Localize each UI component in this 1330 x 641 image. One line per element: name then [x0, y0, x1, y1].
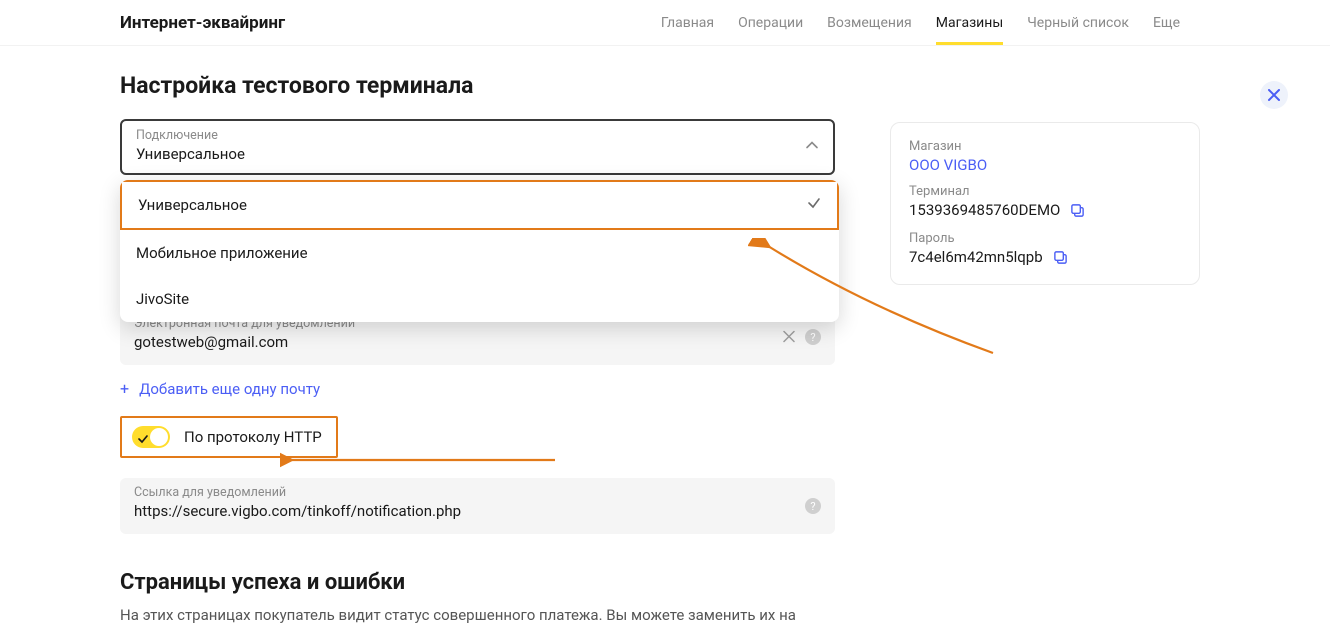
- header: Интернет-эквайринг Главная Операции Возм…: [0, 0, 1330, 46]
- http-toggle-row: По протоколу HTTP: [120, 416, 338, 458]
- copy-icon[interactable]: [1053, 250, 1068, 265]
- http-toggle-label: По протоколу HTTP: [184, 428, 322, 446]
- nav-refunds[interactable]: Возмещения: [827, 0, 912, 45]
- dropdown-option-universal[interactable]: Универсальное: [120, 180, 839, 230]
- nav-shops[interactable]: Магазины: [936, 0, 1003, 45]
- nav-more[interactable]: Еще: [1153, 0, 1180, 45]
- connection-select[interactable]: Подключение Универсальное Универсальное …: [120, 119, 835, 175]
- nav: Главная Операции Возмещения Магазины Чер…: [661, 0, 1180, 45]
- close-button[interactable]: [1260, 81, 1288, 109]
- password-value-row: 7c4el6m42mn5lqpb: [909, 248, 1181, 266]
- dropdown-option-label: Универсальное: [138, 196, 247, 214]
- copy-icon[interactable]: [1070, 203, 1085, 218]
- terminal-value: 1539369485760DEMO: [909, 201, 1060, 219]
- notification-url-label: Ссылка для уведомлений: [134, 486, 821, 500]
- terminal-info-card: Магазин ООО VIGBO Терминал 1539369485760…: [890, 122, 1200, 285]
- password-value: 7c4el6m42mn5lqpb: [909, 248, 1043, 266]
- dropdown-option-label: Мобильное приложение: [136, 244, 308, 262]
- connection-select-value: Универсальное: [136, 145, 819, 163]
- add-email-label: Добавить еще одну почту: [139, 380, 320, 398]
- chevron-up-icon: [805, 138, 819, 157]
- check-icon: [807, 196, 821, 214]
- check-icon: [137, 430, 149, 449]
- page-title: Настройка тестового терминала: [120, 72, 835, 99]
- plus-icon: +: [120, 379, 129, 398]
- http-toggle[interactable]: [132, 426, 170, 448]
- pages-section-desc: На этих страницах покупатель видит стату…: [120, 605, 835, 625]
- main-column: Настройка тестового терминала Подключени…: [120, 72, 835, 625]
- shop-link[interactable]: ООО VIGBO: [909, 156, 1181, 174]
- nav-operations[interactable]: Операции: [738, 0, 803, 45]
- terminal-value-row: 1539369485760DEMO: [909, 201, 1181, 219]
- pages-section-title: Страницы успеха и ошибки: [120, 570, 835, 595]
- password-label: Пароль: [909, 231, 1181, 246]
- help-icon[interactable]: ?: [805, 329, 821, 345]
- clear-icon[interactable]: [783, 328, 795, 347]
- content: Настройка тестового терминала Подключени…: [0, 46, 1330, 625]
- notification-url-field[interactable]: Ссылка для уведомлений https://secure.vi…: [120, 478, 835, 534]
- help-icon[interactable]: ?: [805, 498, 821, 514]
- connection-select-label: Подключение: [136, 129, 819, 143]
- notification-url-value: https://secure.vigbo.com/tinkoff/notific…: [134, 502, 821, 520]
- header-title: Интернет-эквайринг: [120, 13, 285, 33]
- add-email-button[interactable]: + Добавить еще одну почту: [120, 379, 835, 398]
- shop-label: Магазин: [909, 139, 1181, 154]
- connection-dropdown: Универсальное Мобильное приложение JivoS…: [120, 180, 839, 322]
- dropdown-option-mobile[interactable]: Мобильное приложение: [120, 230, 839, 276]
- notification-email-value: gotestweb@gmail.com: [134, 333, 821, 351]
- close-icon: [1268, 86, 1280, 105]
- dropdown-option-jivo[interactable]: JivoSite: [120, 276, 839, 322]
- terminal-label: Терминал: [909, 184, 1181, 199]
- dropdown-option-label: JivoSite: [136, 290, 189, 308]
- nav-blacklist[interactable]: Черный список: [1027, 0, 1129, 45]
- nav-home[interactable]: Главная: [661, 0, 714, 45]
